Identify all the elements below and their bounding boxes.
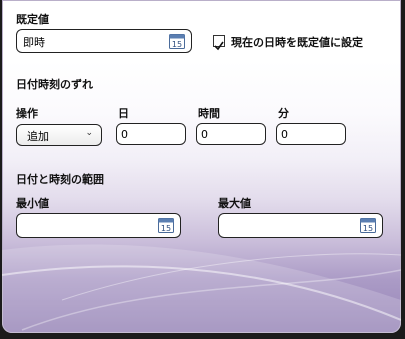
calendar-day-number: 15: [363, 224, 373, 233]
use-current-checkbox[interactable]: [213, 35, 225, 51]
hour-value: 0: [201, 128, 208, 141]
chevron-down-icon: ⌄: [85, 128, 93, 138]
operation-label: 操作: [16, 107, 38, 120]
offset-heading: 日付時刻のずれ: [16, 78, 93, 91]
hour-label: 時間: [198, 107, 220, 120]
minute-label: 分: [278, 107, 289, 120]
minute-input[interactable]: 0: [276, 123, 346, 145]
day-input[interactable]: 0: [116, 123, 186, 145]
hour-input[interactable]: 0: [196, 123, 266, 145]
min-value-field[interactable]: 15: [16, 213, 181, 238]
checkmark-icon: [214, 41, 224, 51]
default-value-heading: 既定値: [16, 13, 49, 26]
min-label: 最小値: [16, 197, 49, 210]
default-value-field[interactable]: 即時 15: [16, 29, 192, 53]
minute-value: 0: [281, 128, 288, 141]
operation-dropdown[interactable]: 追加 ⌄: [16, 124, 102, 146]
range-heading: 日付と時刻の範囲: [16, 173, 104, 186]
settings-panel: 既定値 即時 15 現在の日時を既定値に設定 日付時刻のずれ 操作 日 時間 分…: [2, 0, 401, 333]
max-value-field[interactable]: 15: [218, 213, 383, 238]
calendar-icon[interactable]: 15: [169, 33, 185, 49]
calendar-day-number: 15: [172, 40, 182, 49]
calendar-icon[interactable]: 15: [360, 217, 376, 233]
calendar-icon[interactable]: 15: [158, 217, 174, 233]
use-current-label[interactable]: 現在の日時を既定値に設定: [231, 34, 363, 50]
calendar-day-number: 15: [161, 224, 171, 233]
default-value-text: 即時: [23, 36, 45, 49]
day-label: 日: [118, 107, 129, 120]
max-label: 最大値: [218, 197, 251, 210]
operation-value: 追加: [27, 130, 49, 143]
day-value: 0: [121, 128, 128, 141]
